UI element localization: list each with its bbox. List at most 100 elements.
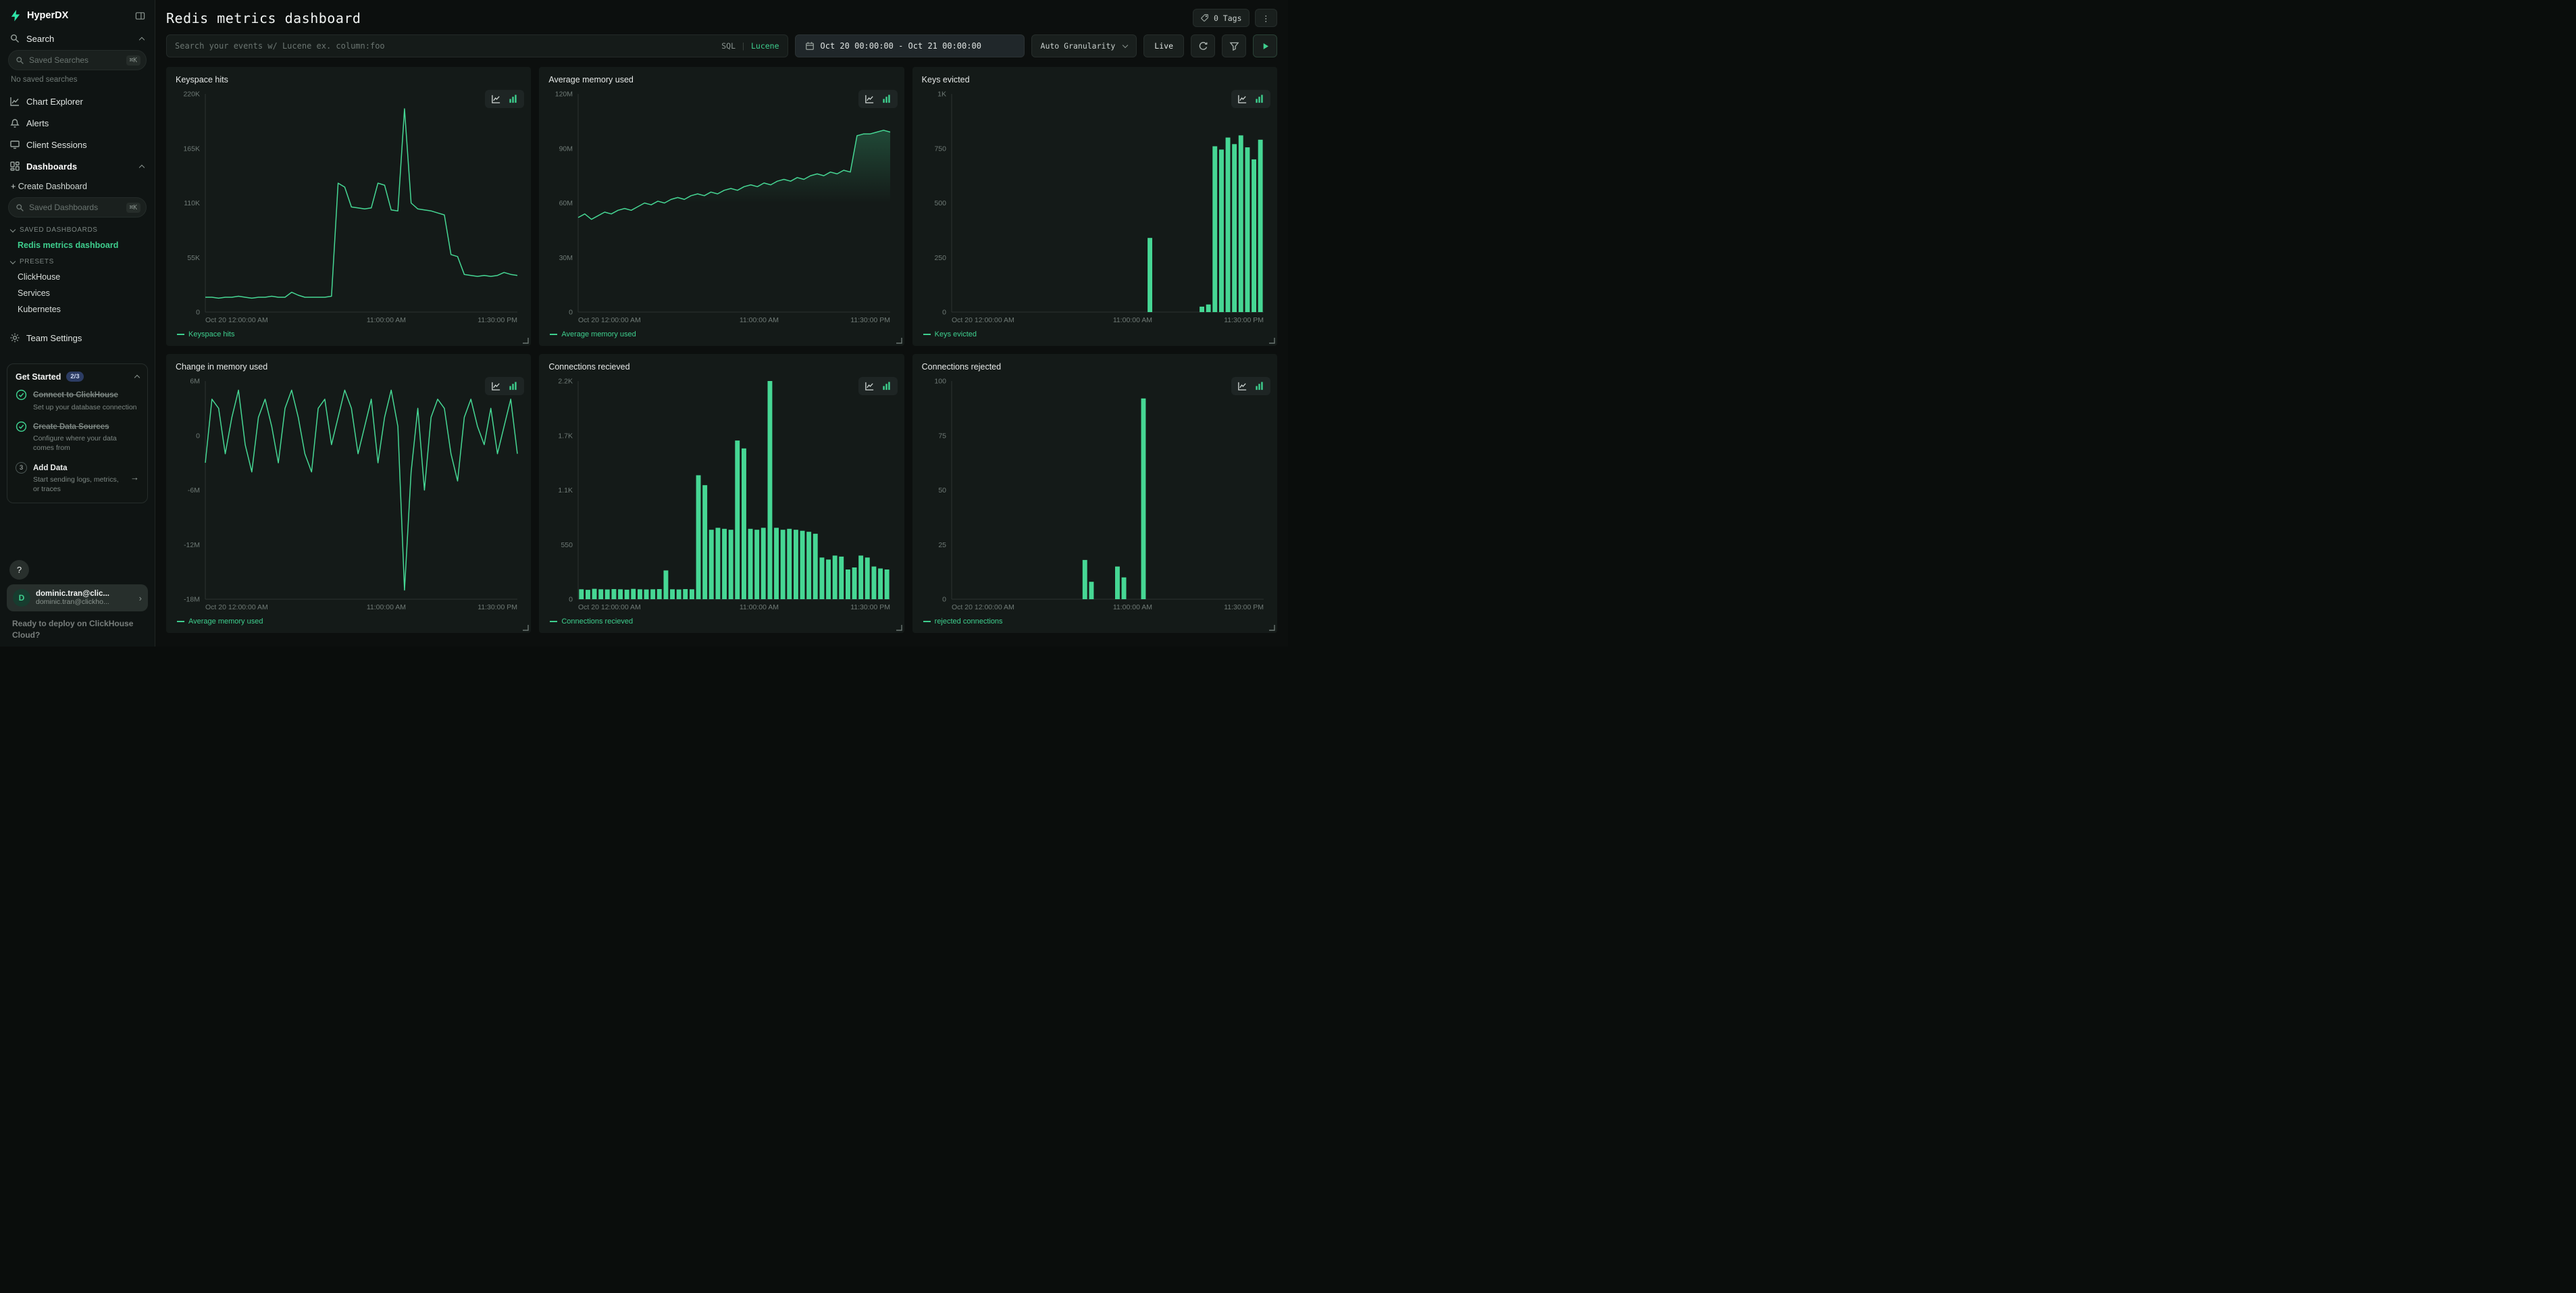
sidebar-item-clickhouse[interactable]: ClickHouse [0,269,155,285]
svg-text:11:30:00 PM: 11:30:00 PM [1224,316,1264,324]
get-started-header[interactable]: Get Started 2/3 [16,372,139,382]
no-saved-searches-text: No saved searches [0,74,155,91]
refresh-icon [1198,41,1208,51]
chevron-up-icon[interactable] [139,36,145,42]
get-started-item-sources[interactable]: Create Data Sources Configure where your… [16,420,139,453]
bar-chart-icon[interactable] [508,94,518,104]
svg-text:11:00:00 AM: 11:00:00 AM [1113,316,1152,324]
bar-chart-icon[interactable] [1254,94,1264,104]
svg-text:60M: 60M [559,199,573,207]
line-chart-icon[interactable] [491,381,501,391]
refresh-button[interactable] [1191,34,1215,57]
bar-chart-icon[interactable] [881,94,892,104]
step-subtitle: Configure where your data comes from [33,434,139,453]
user-menu[interactable]: D dominic.tran@clic... dominic.tran@clic… [7,584,148,611]
lucene-toggle[interactable]: Lucene [751,41,779,51]
bar-chart-icon[interactable] [508,381,518,391]
line-chart-icon[interactable] [865,381,875,391]
sidebar-collapse-icon[interactable] [135,11,145,21]
saved-searches-input[interactable]: Saved Searches ⌘K [8,50,147,70]
svg-text:55K: 55K [187,254,200,262]
nav-label: Team Settings [26,333,82,343]
sidebar-item-dashboards[interactable]: Dashboards [0,155,155,177]
get-started-item-connect[interactable]: Connect to ClickHouse Set up your databa… [16,388,139,412]
create-dashboard-button[interactable]: + Create Dashboard [0,177,155,196]
step-number-badge: 3 [16,462,27,474]
saved-dashboards-placeholder: Saved Dashboards [29,203,122,212]
sidebar-item-alerts[interactable]: Alerts [0,112,155,134]
sidebar-item-chart-explorer[interactable]: Chart Explorer [0,91,155,112]
chevron-up-icon[interactable] [134,375,140,380]
resize-handle-icon[interactable] [895,624,902,631]
run-query-button[interactable] [1253,34,1277,57]
granularity-select[interactable]: Auto Granularity [1031,34,1137,57]
sidebar-item-search[interactable]: Search [0,28,155,49]
svg-text:120M: 120M [555,91,573,99]
line-chart-icon[interactable] [1237,94,1247,104]
sql-toggle[interactable]: SQL [721,41,736,51]
svg-text:11:30:00 PM: 11:30:00 PM [851,603,891,611]
hyperdx-logo-icon [9,9,22,22]
overflow-menu-button[interactable]: ⋮ [1255,9,1278,27]
live-button[interactable]: Live [1143,34,1184,57]
sidebar-item-redis-dashboard[interactable]: Redis metrics dashboard [0,237,155,253]
saved-searches-placeholder: Saved Searches [29,55,122,65]
chart-title: Average memory used [547,74,896,87]
chart-plot-area[interactable]: 030M60M90M120MOct 20 12:00:00 AM11:00:00… [547,87,896,327]
resize-handle-icon[interactable] [1268,336,1275,344]
sidebar-item-services[interactable]: Services [0,285,155,301]
resize-handle-icon[interactable] [1268,624,1275,631]
filter-button[interactable] [1222,34,1246,57]
get-started-item-add-data[interactable]: 3 Add Data Start sending logs, metrics, … [16,461,139,495]
line-chart-icon[interactable] [491,94,501,104]
chart-type-toggle [1231,90,1270,108]
chart-plot-area[interactable]: 05501.1K1.7K2.2KOct 20 12:00:00 AM11:00:… [547,374,896,614]
shortcut-badge: ⌘K [126,203,140,213]
svg-text:Oct 20 12:00:00 AM: Oct 20 12:00:00 AM [205,603,268,611]
divider: | [741,41,746,51]
step-title: Create Data Sources [33,423,109,431]
resize-handle-icon[interactable] [521,624,529,631]
saved-dashboards-input[interactable]: Saved Dashboards ⌘K [8,197,147,218]
sidebar-header: HyperDX [0,7,155,28]
main-content: Redis metrics dashboard 0 Tags ⋮ SQL | [155,0,1288,646]
sidebar-item-team-settings[interactable]: Team Settings [0,327,155,349]
search-nav-icon [9,33,20,44]
sidebar-item-client-sessions[interactable]: Client Sessions [0,134,155,155]
chevron-down-icon [10,226,16,232]
resize-handle-icon[interactable] [895,336,902,344]
bar-chart-icon[interactable] [1254,381,1264,391]
svg-text:220K: 220K [183,91,200,99]
presets-group[interactable]: PRESETS [0,253,155,269]
time-range-picker[interactable]: Oct 20 00:00:00 - Oct 21 00:00:00 [795,34,1025,57]
chart-legend: Connections recieved [547,614,896,629]
svg-text:1.7K: 1.7K [559,432,573,440]
chart-plot-area[interactable]: 02505007501KOct 20 12:00:00 AM11:00:00 A… [921,87,1269,327]
chart-plot-area[interactable]: 055K110K165K220KOct 20 12:00:00 AM11:00:… [174,87,523,327]
search-input[interactable] [175,41,715,51]
help-button[interactable]: ? [9,560,29,580]
sidebar-item-kubernetes[interactable]: Kubernetes [0,301,155,318]
chevron-down-icon [10,258,16,263]
chart-plot-area[interactable]: -18M-12M-6M06MOct 20 12:00:00 AM11:00:00… [174,374,523,614]
line-chart-icon[interactable] [1237,381,1247,391]
svg-text:25: 25 [938,541,946,549]
bar-chart-icon[interactable] [881,381,892,391]
chart-legend: Average memory used [547,327,896,342]
nav-label: Client Sessions [26,140,87,150]
chart-title: Connections recieved [547,361,896,374]
chart-plot-area[interactable]: 0255075100Oct 20 12:00:00 AM11:00:00 AM1… [921,374,1269,614]
step-title: Connect to ClickHouse [33,391,118,399]
toolbar: SQL | Lucene Oct 20 00:00:00 - Oct 21 00… [155,34,1288,57]
svg-text:30M: 30M [559,254,573,262]
chart-type-toggle [485,90,524,108]
tags-button[interactable]: 0 Tags [1193,9,1250,27]
saved-dashboards-group[interactable]: SAVED DASHBOARDS [0,222,155,237]
resize-handle-icon[interactable] [521,336,529,344]
svg-text:50: 50 [938,486,946,495]
get-started-title: Get Started [16,372,61,382]
line-chart-icon[interactable] [865,94,875,104]
chevron-up-icon[interactable] [139,164,145,170]
event-search-container: SQL | Lucene [166,34,788,57]
check-circle-icon [16,389,27,401]
